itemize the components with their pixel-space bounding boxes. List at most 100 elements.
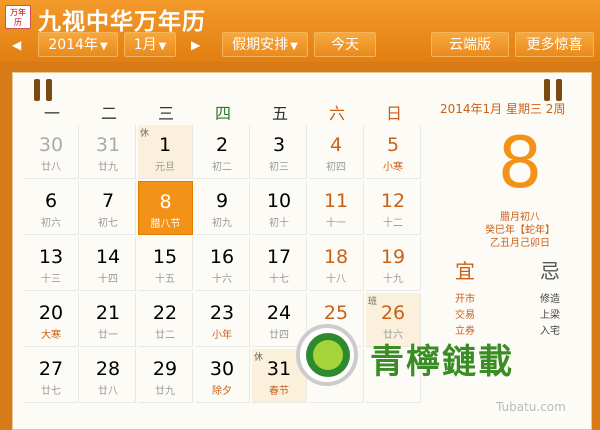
day-lunar: 初六	[41, 218, 61, 229]
day-lunar: 十八	[326, 274, 346, 285]
day-lunar: 廿九	[155, 386, 175, 397]
day-cell[interactable]: 22 廿二	[138, 293, 193, 347]
day-cell[interactable]: 14 十四	[81, 237, 136, 291]
day-cell[interactable]: 29 廿九	[138, 349, 193, 403]
day-lunar: 小年	[212, 330, 232, 341]
day-number: 29	[152, 358, 178, 380]
day-cell[interactable]: 10 初十	[252, 181, 307, 235]
day-cell[interactable]: 17 十七	[252, 237, 307, 291]
year-select[interactable]: 2014年 ▼	[38, 32, 118, 57]
day-cell[interactable]: 13 十三	[24, 237, 79, 291]
day-cell[interactable]: 11 十一	[309, 181, 364, 235]
day-cell[interactable]: 4 初四	[309, 125, 364, 179]
watermark-url: Tubatu.com	[496, 400, 566, 414]
binder-ring	[556, 79, 562, 101]
day-cell[interactable]: 28 廿八	[81, 349, 136, 403]
day-number: 19	[380, 246, 406, 268]
day-lunar: 廿一	[98, 330, 118, 341]
day-cell[interactable]: 30 除夕	[195, 349, 250, 403]
day-lunar: 廿四	[269, 330, 289, 341]
holiday-schedule-button[interactable]: 假期安排 ▼	[222, 32, 308, 57]
prev-arrow-icon[interactable]: ◀	[12, 38, 21, 52]
day-number: 8	[159, 191, 172, 213]
watermark-leaf-icon	[313, 340, 343, 370]
binder-ring	[46, 79, 52, 101]
calendar-grid: 30 廿八 31 廿九 休 1 元旦 2 初二 3 初三 4 初四 5 小寒 6 初六 7 初七 8 腊八节 9 初九 10 初…	[24, 125, 421, 405]
day-lunar: 小寒	[383, 162, 403, 173]
app-title: 九视中华万年历	[38, 9, 206, 35]
day-number: 20	[38, 302, 64, 324]
day-tag: 休	[254, 353, 264, 363]
day-cell[interactable]: 16 十六	[195, 237, 250, 291]
day-lunar: 十五	[155, 274, 175, 285]
day-number: 17	[266, 246, 292, 268]
month-label: 1月	[133, 37, 157, 53]
day-number: 15	[152, 246, 178, 268]
logo-text-2: 历	[14, 18, 22, 27]
day-lunar: 腊八节	[150, 219, 181, 230]
ji-item: 修造	[540, 294, 560, 305]
day-cell[interactable]: 18 十八	[309, 237, 364, 291]
holiday-label: 假期安排	[232, 37, 289, 53]
day-lunar: 廿九	[98, 162, 118, 173]
weekday-header: 六	[328, 104, 345, 123]
day-cell[interactable]: 23 小年	[195, 293, 250, 347]
year-label: 2014年	[48, 37, 98, 53]
day-cell[interactable]: 15 十五	[138, 237, 193, 291]
month-select[interactable]: 1月 ▼	[124, 32, 176, 57]
day-number: 30	[38, 134, 64, 156]
yi-item: 交易	[455, 310, 475, 321]
day-cell[interactable]: 12 十二	[366, 181, 421, 235]
day-cell[interactable]: 21 廿一	[81, 293, 136, 347]
day-number: 10	[266, 190, 292, 212]
day-cell[interactable]: 27 廿七	[24, 349, 79, 403]
day-cell[interactable]: 9 初九	[195, 181, 250, 235]
day-lunar: 廿八	[98, 386, 118, 397]
day-lunar: 元旦	[155, 162, 175, 173]
day-number: 9	[215, 190, 229, 212]
cloud-version-button[interactable]: 云端版	[431, 32, 509, 57]
yi-item: 开市	[455, 294, 475, 305]
app-logo: 万年 历	[5, 5, 31, 29]
more-surprises-button[interactable]: 更多惊喜	[515, 32, 594, 57]
day-number: 12	[380, 190, 406, 212]
day-cell[interactable]: 3 初三	[252, 125, 307, 179]
binder-ring	[544, 79, 550, 101]
day-cell[interactable]: 8 腊八节	[138, 181, 193, 235]
day-cell[interactable]: 6 初六	[24, 181, 79, 235]
yi-list: 开市 交易 立券	[455, 292, 475, 340]
yi-label: 宜	[455, 259, 475, 283]
day-cell[interactable]: 24 廿四	[252, 293, 307, 347]
day-lunar: 十四	[98, 274, 118, 285]
day-number: 18	[323, 246, 349, 268]
day-number: 30	[209, 358, 235, 380]
day-number: 28	[95, 358, 121, 380]
day-cell[interactable]: 31 廿九	[81, 125, 136, 179]
next-arrow-icon[interactable]: ▶	[191, 38, 200, 52]
day-number: 25	[323, 302, 349, 324]
day-cell[interactable]: 30 廿八	[24, 125, 79, 179]
day-number: 14	[95, 246, 121, 268]
day-cell[interactable]: 休 1 元旦	[138, 125, 193, 179]
day-cell[interactable]: 2 初二	[195, 125, 250, 179]
chevron-down-icon: ▼	[290, 41, 298, 52]
day-number: 27	[38, 358, 64, 380]
watermark-text: 青檸鏈載	[370, 342, 514, 382]
day-number: 3	[272, 134, 286, 156]
logo-text-1: 万年	[10, 8, 26, 17]
day-lunar: 十七	[269, 274, 289, 285]
day-lunar: 春节	[269, 386, 289, 397]
day-cell[interactable]: 20 大寒	[24, 293, 79, 347]
day-number: 23	[209, 302, 235, 324]
day-lunar: 大寒	[41, 330, 61, 341]
today-button[interactable]: 今天	[314, 32, 376, 57]
chevron-down-icon: ▼	[99, 41, 108, 52]
day-cell[interactable]: 7 初七	[81, 181, 136, 235]
weekday-header: 日	[385, 104, 402, 123]
day-cell[interactable]: 5 小寒	[366, 125, 421, 179]
day-tag: 班	[368, 297, 378, 307]
ji-label: 忌	[540, 259, 560, 283]
day-number: 13	[38, 246, 64, 268]
day-lunar: 十九	[383, 274, 403, 285]
day-cell[interactable]: 19 十九	[366, 237, 421, 291]
